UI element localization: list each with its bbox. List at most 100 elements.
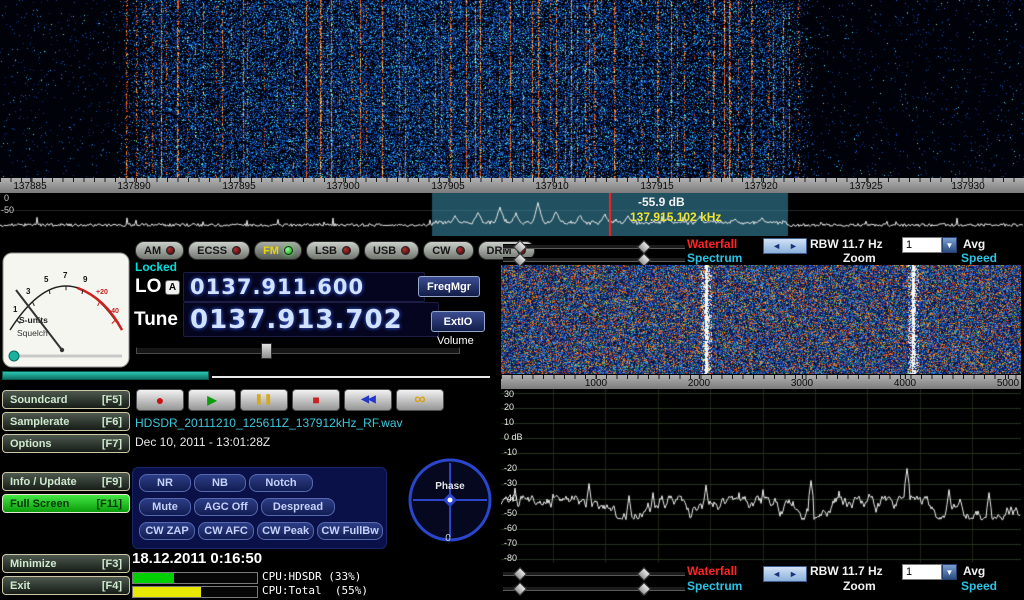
- rewind-icon: ◀◀: [361, 395, 374, 405]
- zoom-out-arrow-icon[interactable]: ◄: [772, 569, 781, 579]
- cpu-hdsdr-label: CPU:HDSDR (33%): [262, 570, 361, 583]
- cw-peak-button[interactable]: CW Peak: [257, 522, 314, 540]
- rewind-button[interactable]: ◀◀: [344, 389, 392, 411]
- stop-button[interactable]: ■: [292, 389, 340, 411]
- led-icon: [342, 246, 351, 255]
- main-frequency-ruler[interactable]: 137885 137890 137895 137900 137905 13791…: [0, 178, 1024, 193]
- pause-button[interactable]: ❚❚: [240, 389, 288, 411]
- button-label: CW Peak: [262, 525, 309, 537]
- cw-afc-button[interactable]: CW AFC: [198, 522, 254, 540]
- main-spectrum-trace[interactable]: [0, 193, 1024, 236]
- loop-button[interactable]: ∞: [396, 389, 444, 411]
- zoom-in-arrow-icon[interactable]: ►: [789, 241, 798, 251]
- af-waterfall-display[interactable]: [501, 265, 1021, 374]
- volume-slider-thumb[interactable]: [261, 343, 272, 359]
- slider-thumb[interactable]: [513, 582, 527, 596]
- info-update-button[interactable]: Info / Update [F9]: [2, 472, 130, 491]
- slider-thumb[interactable]: [513, 567, 527, 581]
- waterfall-brightness-slider-bottom[interactable]: [503, 571, 685, 576]
- cw-zap-button[interactable]: CW ZAP: [139, 522, 195, 540]
- phase-control[interactable]: Phase 0: [404, 451, 496, 549]
- lo-frequency-display[interactable]: 0137.911.600: [183, 272, 425, 302]
- avg-speed-select-bottom[interactable]: 1 ▼: [902, 564, 957, 580]
- cpu-total-bar: [132, 586, 258, 598]
- notch-button[interactable]: Notch: [249, 474, 313, 492]
- record-button[interactable]: ●: [136, 389, 184, 411]
- tune-frequency-display[interactable]: 0137.913.702: [183, 302, 439, 337]
- options-button[interactable]: Options [F7]: [2, 434, 130, 453]
- dsp-panel: NR NB Notch Mute AGC Off Despread CW ZAP…: [132, 467, 387, 549]
- mode-button-usb[interactable]: USB: [364, 241, 419, 260]
- main-waterfall-display[interactable]: [0, 0, 1024, 178]
- cw-fullbw-button[interactable]: CW FullBw: [317, 522, 383, 540]
- zoom-out-arrow-icon[interactable]: ◄: [772, 241, 781, 251]
- nr-button[interactable]: NR: [139, 474, 191, 492]
- datetime-display: 18.12.2011 0:16:50: [132, 550, 262, 567]
- button-hotkey: [F5]: [102, 394, 122, 406]
- mode-button-am[interactable]: AM: [135, 241, 184, 260]
- loop-icon: ∞: [414, 392, 425, 408]
- phase-label: Phase: [435, 481, 465, 492]
- squelch-slider-thumb[interactable]: [9, 351, 19, 361]
- volume-label: Volume: [437, 335, 474, 347]
- chevron-down-icon[interactable]: ▼: [942, 237, 957, 253]
- spectrum-range-slider[interactable]: [503, 257, 685, 262]
- s-meter-tick: +40: [107, 308, 119, 315]
- main-spectrum-strip[interactable]: 0 -50 -55.9 dB 137.915.102 kHz: [0, 193, 1024, 236]
- s-meter-tick: 7: [63, 271, 68, 280]
- db-scale-label: -60: [504, 523, 517, 533]
- zoom-control-bottom[interactable]: ◄ ►: [763, 566, 807, 582]
- tune-frequency-value: 0137.913.702: [190, 305, 403, 335]
- chevron-down-icon[interactable]: ▼: [942, 564, 957, 580]
- led-icon: [456, 246, 465, 255]
- ruler-label: 137930: [951, 181, 984, 192]
- s-meter-pivot: [60, 348, 64, 352]
- led-icon: [232, 246, 241, 255]
- zoom-in-arrow-icon[interactable]: ►: [789, 569, 798, 579]
- agc-off-button[interactable]: AGC Off: [194, 498, 258, 516]
- fullscreen-button[interactable]: Full Screen [F11]: [2, 494, 130, 513]
- button-label: ExtIO: [444, 316, 473, 328]
- play-button[interactable]: ▶: [188, 389, 236, 411]
- zoom-label: Zoom: [843, 251, 876, 265]
- soundcard-button[interactable]: Soundcard [F5]: [2, 390, 130, 409]
- af-spectrum-trace[interactable]: [501, 389, 1021, 563]
- avg-speed-select[interactable]: 1 ▼: [902, 237, 957, 253]
- db-scale-label: -30: [504, 478, 517, 488]
- mode-button-fm[interactable]: FM: [254, 241, 302, 260]
- button-label: FreqMgr: [427, 281, 471, 293]
- samplerate-button[interactable]: Samplerate [F6]: [2, 412, 130, 431]
- rbw-readout: RBW 11.7 Hz: [810, 237, 883, 251]
- mute-button[interactable]: Mute: [139, 498, 191, 516]
- zoom-control[interactable]: ◄ ►: [763, 238, 807, 254]
- minimize-button[interactable]: Minimize [F3]: [2, 554, 130, 573]
- cursor-db-readout: -55.9 dB: [638, 195, 685, 209]
- ruler-label: 137890: [117, 181, 150, 192]
- freqmgr-button[interactable]: FreqMgr: [418, 276, 480, 297]
- ruler-label: 2000: [688, 378, 710, 389]
- mode-button-cw[interactable]: CW: [423, 241, 473, 260]
- slider-thumb[interactable]: [637, 582, 651, 596]
- mode-button-ecss[interactable]: ECSS: [188, 241, 250, 260]
- despread-button[interactable]: Despread: [261, 498, 335, 516]
- button-label: Options: [10, 438, 52, 450]
- af-frequency-ruler[interactable]: 1000 2000 3000 4000 5000: [501, 375, 1021, 389]
- mode-button-lsb[interactable]: LSB: [306, 241, 360, 260]
- button-hotkey: [F9]: [102, 476, 122, 488]
- mode-label: FM: [263, 245, 279, 257]
- button-label: Despread: [273, 501, 323, 513]
- mode-label: USB: [373, 245, 396, 257]
- exit-button[interactable]: Exit [F4]: [2, 576, 130, 595]
- avg-label: Avg: [963, 237, 985, 251]
- ruler-label: 137915: [640, 181, 673, 192]
- extio-button[interactable]: ExtIO: [431, 311, 485, 332]
- waterfall-brightness-slider[interactable]: [503, 244, 685, 249]
- lo-a-badge[interactable]: A: [165, 280, 180, 295]
- slider-thumb[interactable]: [637, 567, 651, 581]
- af-spectrum-display[interactable]: 30 20 10 0 dB -10 -20 -30 -40 -50 -60 -7…: [501, 389, 1021, 563]
- nb-button[interactable]: NB: [194, 474, 246, 492]
- spectrum-range-slider-bottom[interactable]: [503, 586, 685, 591]
- db-scale-label: 30: [504, 389, 514, 399]
- button-label: AGC Off: [204, 501, 247, 513]
- volume-slider[interactable]: [136, 347, 460, 354]
